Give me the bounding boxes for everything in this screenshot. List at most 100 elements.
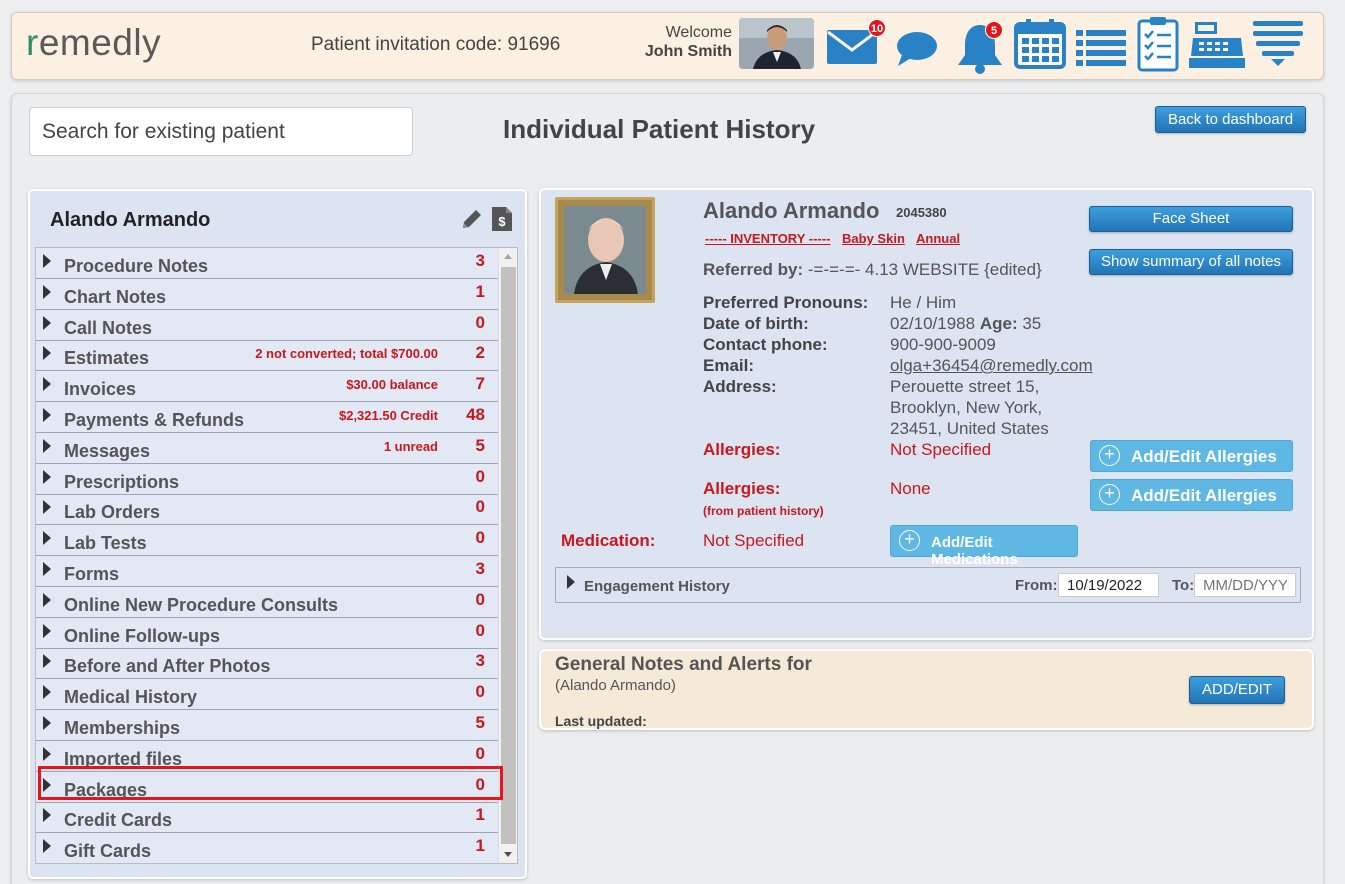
expand-triangle-icon[interactable]: [43, 839, 51, 854]
pencil-icon[interactable]: [460, 207, 484, 236]
clipboard-icon[interactable]: [1137, 16, 1179, 77]
expand-triangle-icon[interactable]: [43, 438, 51, 453]
record-row-before-and-after-photos[interactable]: Before and After Photos 3: [36, 648, 498, 680]
expand-triangle-icon[interactable]: [43, 500, 51, 515]
to-label: To:: [1172, 577, 1195, 594]
expand-triangle-icon[interactable]: [43, 808, 51, 823]
patient-name: Alando Armando: [50, 209, 211, 231]
plus-circle-icon: +: [1099, 484, 1120, 505]
remedly-logo[interactable]: remedly: [26, 22, 161, 64]
record-row-invoices[interactable]: Invoices $30.00 balance 7: [36, 371, 498, 403]
record-row-medical-history[interactable]: Medical History 0: [36, 679, 498, 711]
record-row-prescriptions[interactable]: Prescriptions 0: [36, 464, 498, 495]
list-icon[interactable]: [1076, 29, 1126, 72]
record-label: Credit Cards: [64, 810, 173, 831]
mail-icon[interactable]: [826, 29, 878, 70]
expand-triangle-icon[interactable]: [43, 284, 51, 299]
record-row-lab-orders[interactable]: Lab Orders 0: [36, 494, 498, 526]
expand-triangle-icon[interactable]: [43, 377, 51, 392]
records-list[interactable]: Procedure Notes 3 Chart Notes 1 Call Notes 0 E…: [35, 247, 518, 864]
allergies-label: Allergies:: [703, 440, 781, 459]
back-to-dashboard-button[interactable]: Back to dashboard: [1155, 106, 1306, 133]
record-label: Gift Cards: [64, 841, 152, 862]
record-label: Medical History: [64, 687, 198, 708]
scrollbar-thumb[interactable]: [501, 267, 516, 844]
record-note: $30.00 balance: [346, 377, 438, 393]
tag-baby-skin[interactable]: Baby Skin: [842, 231, 905, 246]
record-note: $2,321.50 Credit: [338, 408, 438, 423]
expand-triangle-icon[interactable]: [43, 777, 51, 792]
expand-triangle-icon[interactable]: [43, 254, 51, 268]
record-label: Imported files: [64, 748, 183, 769]
menu-icon[interactable]: [1253, 19, 1303, 72]
record-count: 5: [475, 713, 485, 732]
patient-search-input[interactable]: [29, 107, 413, 156]
expand-triangle-icon[interactable]: [43, 746, 51, 761]
expand-triangle-icon[interactable]: [43, 315, 51, 330]
expand-triangle-icon[interactable]: [43, 346, 51, 361]
chat-icon[interactable]: [896, 31, 939, 72]
show-summary-button[interactable]: Show summary of all notes: [1089, 249, 1293, 275]
calendar-icon[interactable]: [1014, 18, 1066, 74]
record-row-forms[interactable]: Forms 3: [36, 556, 498, 587]
record-count: 48: [466, 405, 485, 424]
expand-triangle-icon[interactable]: [43, 716, 51, 730]
scroll-down-arrow-icon[interactable]: [504, 852, 512, 857]
patient-tags: ----- INVENTORY ----- Baby Skin Annual: [705, 231, 968, 246]
cash-register-icon[interactable]: [1189, 20, 1245, 75]
record-row-imported-files[interactable]: Imported files 0: [36, 741, 498, 772]
record-row-chart-notes[interactable]: Chart Notes 1: [36, 279, 498, 310]
record-row-packages[interactable]: Packages 0: [36, 772, 498, 803]
engagement-history-row[interactable]: Engagement History From: To:: [555, 567, 1301, 603]
top-header: remedly Patient invitation code: 91696 W…: [11, 12, 1324, 80]
record-count: 0: [475, 774, 485, 794]
record-row-messages[interactable]: Messages 1 unread 5: [36, 433, 498, 464]
invoice-document-icon[interactable]: $: [491, 206, 513, 237]
last-updated-label: Last updated:: [555, 713, 647, 729]
to-date-input[interactable]: [1194, 573, 1296, 597]
expand-triangle-icon[interactable]: [43, 531, 51, 546]
record-row-call-notes[interactable]: Call Notes 0: [36, 310, 498, 341]
add-edit-allergies-button[interactable]: + Add/Edit Allergies: [1090, 440, 1293, 472]
user-avatar[interactable]: [739, 18, 814, 69]
record-row-memberships[interactable]: Memberships 5: [36, 710, 498, 741]
record-row-payments-refunds[interactable]: Payments & Refunds $2,321.50 Credit 48: [36, 402, 498, 433]
expand-triangle-icon[interactable]: [43, 592, 51, 607]
record-row-estimates[interactable]: Estimates 2 not converted; total $700.00 2: [36, 340, 498, 372]
record-label: Online Follow-ups: [64, 625, 220, 646]
expand-triangle-icon[interactable]: [43, 685, 51, 700]
add-edit-medications-button[interactable]: + Add/Edit Medications: [890, 525, 1078, 568]
email-link[interactable]: olga+36454@remedly.com: [890, 356, 1093, 376]
email-value[interactable]: olga+36454@remedly.com: [890, 356, 1093, 375]
scroll-up-arrow-icon[interactable]: [504, 254, 512, 259]
tag-inventory[interactable]: ----- INVENTORY -----: [705, 231, 830, 246]
face-sheet-button[interactable]: Face Sheet: [1089, 206, 1293, 232]
record-row-online-follow-ups[interactable]: Online Follow-ups 0: [36, 618, 498, 649]
plus-circle-icon: +: [899, 530, 920, 551]
expand-triangle-icon[interactable]: [43, 408, 51, 422]
add-edit-notes-button[interactable]: ADD/EDIT: [1189, 676, 1285, 704]
record-row-credit-cards[interactable]: Credit Cards 1: [36, 802, 498, 834]
expand-triangle-icon[interactable]: [43, 562, 51, 576]
record-label: Call Notes: [64, 317, 153, 338]
medication-label: Medication:: [561, 531, 656, 550]
record-row-lab-tests[interactable]: Lab Tests 0: [36, 525, 498, 557]
expand-triangle-icon[interactable]: [43, 469, 51, 484]
record-row-online-new-procedure-consults[interactable]: Online New Procedure Consults 0: [36, 587, 498, 618]
record-count: 0: [475, 743, 485, 763]
expand-triangle-icon[interactable]: [43, 654, 51, 669]
record-count: 0: [475, 589, 485, 609]
add-edit-allergies-history-button[interactable]: + Add/Edit Allergies: [1090, 479, 1293, 511]
record-count: 5: [475, 435, 485, 455]
phone-label: Contact phone:: [703, 335, 828, 354]
record-row-gift-cards[interactable]: Gift Cards 1: [36, 833, 498, 863]
list-scrollbar[interactable]: [498, 248, 517, 863]
from-date-input[interactable]: [1058, 573, 1159, 597]
record-row-procedure-notes[interactable]: Procedure Notes 3: [36, 248, 498, 279]
expand-triangle-icon[interactable]: [43, 623, 51, 638]
expand-triangle-icon[interactable]: [567, 575, 575, 589]
record-label: Memberships: [64, 718, 181, 738]
record-count: 3: [475, 251, 485, 270]
record-label: Prescriptions: [64, 471, 180, 492]
tag-annual[interactable]: Annual: [916, 231, 960, 246]
